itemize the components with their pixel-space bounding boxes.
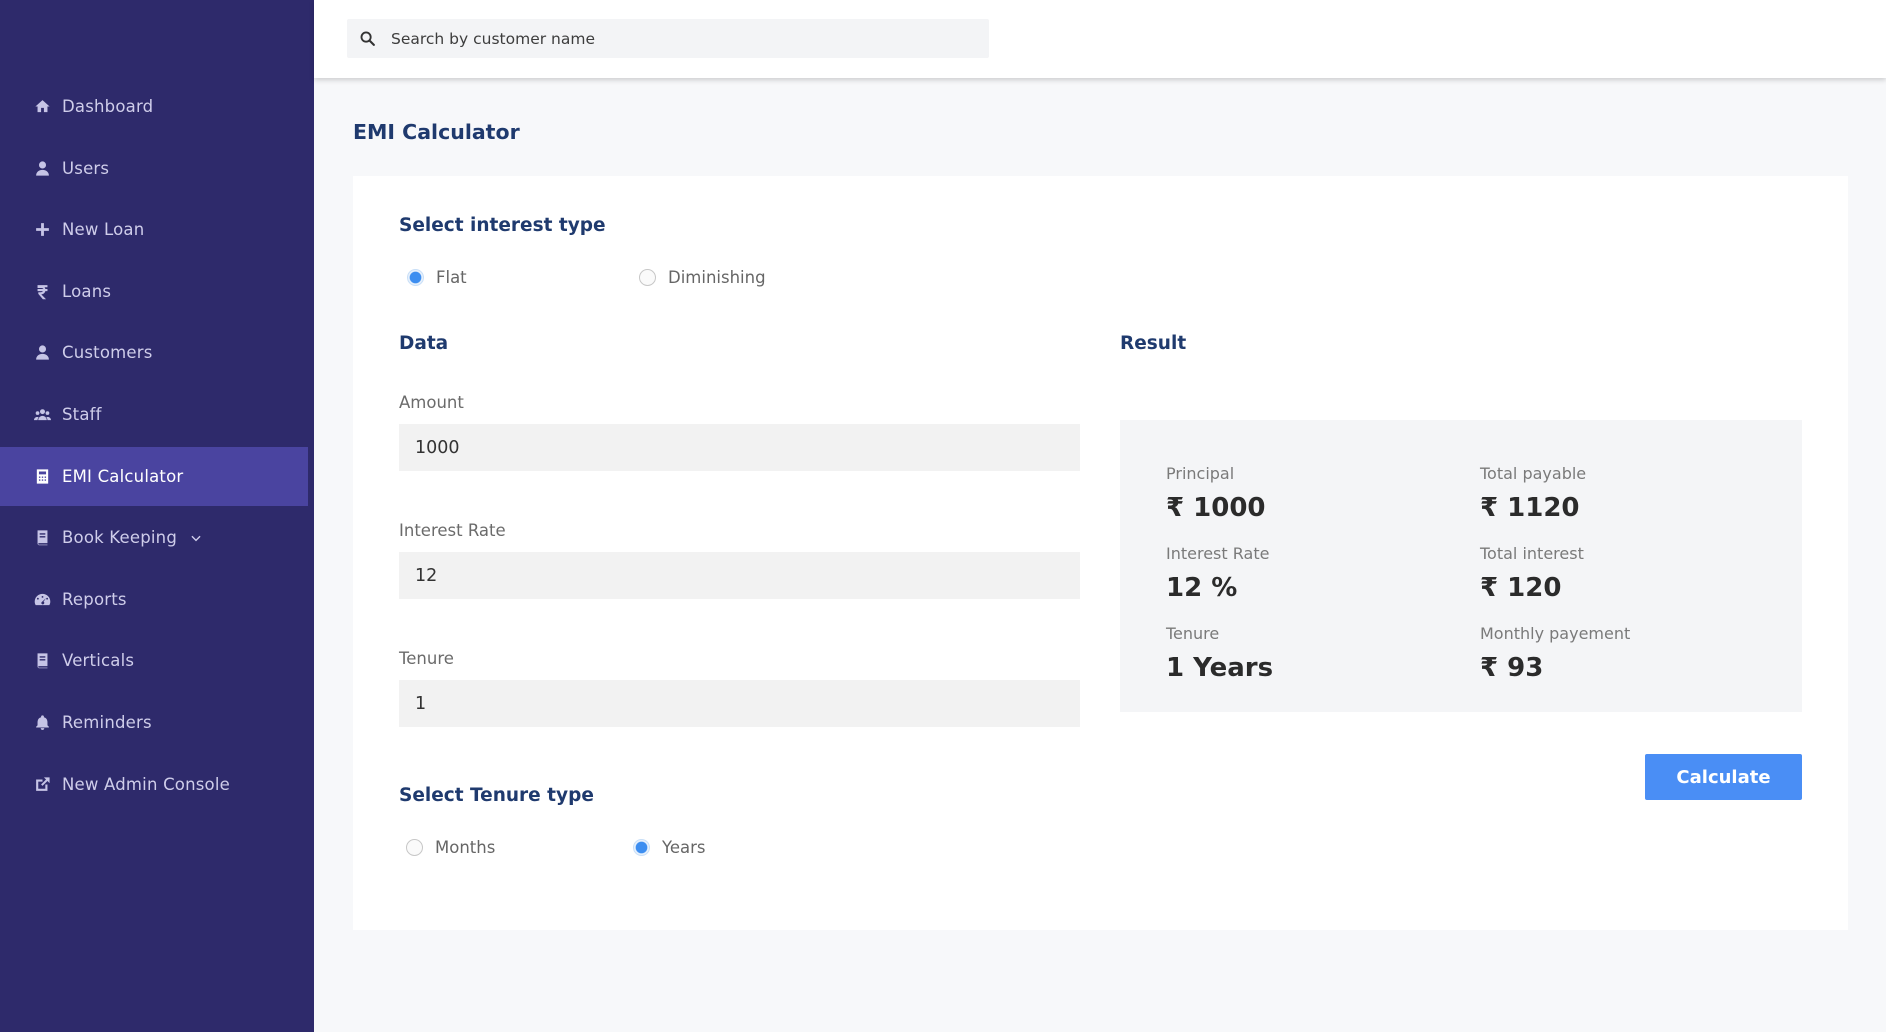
monthly-payment-label: Monthly payement: [1480, 624, 1631, 643]
sidebar-item-loans[interactable]: Loans: [0, 262, 308, 321]
users-group-icon: [32, 404, 52, 424]
sidebar-item-reports[interactable]: Reports: [0, 570, 308, 629]
result-heading: Result: [1120, 333, 1187, 354]
sidebar-item-new-admin-console[interactable]: New Admin Console: [0, 755, 308, 814]
book-icon: [32, 651, 52, 671]
sidebar-item-new-loan[interactable]: New Loan: [0, 200, 308, 259]
total-payable-value: ₹ 1120: [1480, 493, 1580, 523]
search-icon[interactable]: [347, 30, 387, 47]
sidebar-item-label: EMI Calculator: [62, 466, 184, 486]
gauge-icon: [32, 589, 52, 609]
calculator-icon: [32, 466, 52, 486]
radio-label: Diminishing: [668, 268, 766, 287]
sidebar-item-label: Dashboard: [62, 97, 154, 116]
radio-checked-icon: [633, 839, 650, 856]
interest-rate-field[interactable]: [399, 552, 1080, 599]
data-heading: Data: [399, 333, 449, 354]
sidebar-item-label: Verticals: [62, 651, 135, 671]
tenure-type-months-radio[interactable]: Months: [406, 838, 495, 857]
radio-checked-icon: [407, 269, 424, 286]
user-icon: [32, 158, 52, 178]
radio-unchecked-icon: [639, 269, 656, 286]
page-title: EMI Calculator: [353, 120, 520, 144]
monthly-payment-value: ₹ 93: [1480, 653, 1544, 683]
sidebar-item-users[interactable]: Users: [0, 139, 308, 198]
sidebar-item-label: New Admin Console: [62, 774, 230, 794]
tenure-label: Tenure: [399, 649, 454, 668]
interest-type-diminishing-radio[interactable]: Diminishing: [639, 268, 766, 287]
interest-type-heading: Select interest type: [399, 215, 606, 236]
sidebar-item-label: Reports: [62, 589, 127, 609]
search-input[interactable]: [387, 29, 967, 48]
principal-value: ₹ 1000: [1166, 493, 1266, 523]
external-link-icon: [32, 774, 52, 794]
search-bar: [347, 19, 989, 58]
amount-field[interactable]: [399, 424, 1080, 471]
tenure-result-value: 1 Years: [1166, 653, 1274, 683]
sidebar-item-reminders[interactable]: Reminders: [0, 693, 308, 752]
sidebar-item-staff[interactable]: Staff: [0, 385, 308, 444]
interest-type-flat-radio[interactable]: Flat: [407, 268, 467, 287]
sidebar-item-book-keeping[interactable]: Book Keeping: [0, 508, 308, 567]
sidebar-item-emi-calculator[interactable]: EMI Calculator: [0, 446, 308, 506]
sidebar-item-label: Reminders: [62, 712, 152, 732]
tenure-type-heading: Select Tenure type: [399, 785, 594, 806]
book-icon: [32, 528, 52, 548]
sidebar-item-dashboard[interactable]: Dashboard: [0, 77, 308, 136]
radio-label: Years: [662, 838, 706, 857]
plus-icon: [32, 220, 52, 240]
interest-rate-result-label: Interest Rate: [1166, 544, 1270, 563]
total-interest-value: ₹ 120: [1480, 573, 1562, 603]
sidebar-item-label: Loans: [62, 281, 112, 301]
sidebar-item-label: Staff: [62, 404, 102, 424]
sidebar-item-label: New Loan: [62, 220, 145, 240]
total-payable-label: Total payable: [1480, 464, 1587, 483]
home-icon: [32, 97, 52, 117]
result-summary: Principal ₹ 1000 Total payable ₹ 1120 In…: [1120, 420, 1802, 712]
total-interest-label: Total interest: [1480, 544, 1584, 563]
calculate-button[interactable]: Calculate: [1645, 754, 1802, 800]
principal-label: Principal: [1166, 464, 1235, 483]
user-icon: [32, 343, 52, 363]
topbar: [314, 0, 1886, 78]
radio-label: Flat: [436, 268, 467, 287]
chevron-down-icon[interactable]: [189, 530, 205, 546]
sidebar-item-label: Customers: [62, 343, 153, 363]
sidebar-nav: Dashboard Users New Loan Loans Customers…: [0, 77, 314, 816]
radio-unchecked-icon: [406, 839, 423, 856]
sidebar-item-verticals[interactable]: Verticals: [0, 631, 308, 690]
sidebar-item-label: Book Keeping: [62, 528, 177, 548]
rupee-icon: [32, 281, 52, 301]
sidebar-item-label: Users: [62, 158, 110, 178]
tenure-result-label: Tenure: [1166, 624, 1220, 643]
bell-icon: [32, 712, 52, 732]
amount-label: Amount: [399, 393, 464, 412]
tenure-field[interactable]: [399, 680, 1080, 727]
sidebar-item-customers[interactable]: Customers: [0, 323, 308, 382]
interest-rate-result-value: 12 %: [1166, 573, 1238, 603]
tenure-type-years-radio[interactable]: Years: [633, 838, 706, 857]
interest-rate-label: Interest Rate: [399, 521, 506, 540]
sidebar: Dashboard Users New Loan Loans Customers…: [0, 0, 314, 1032]
radio-label: Months: [435, 838, 496, 857]
